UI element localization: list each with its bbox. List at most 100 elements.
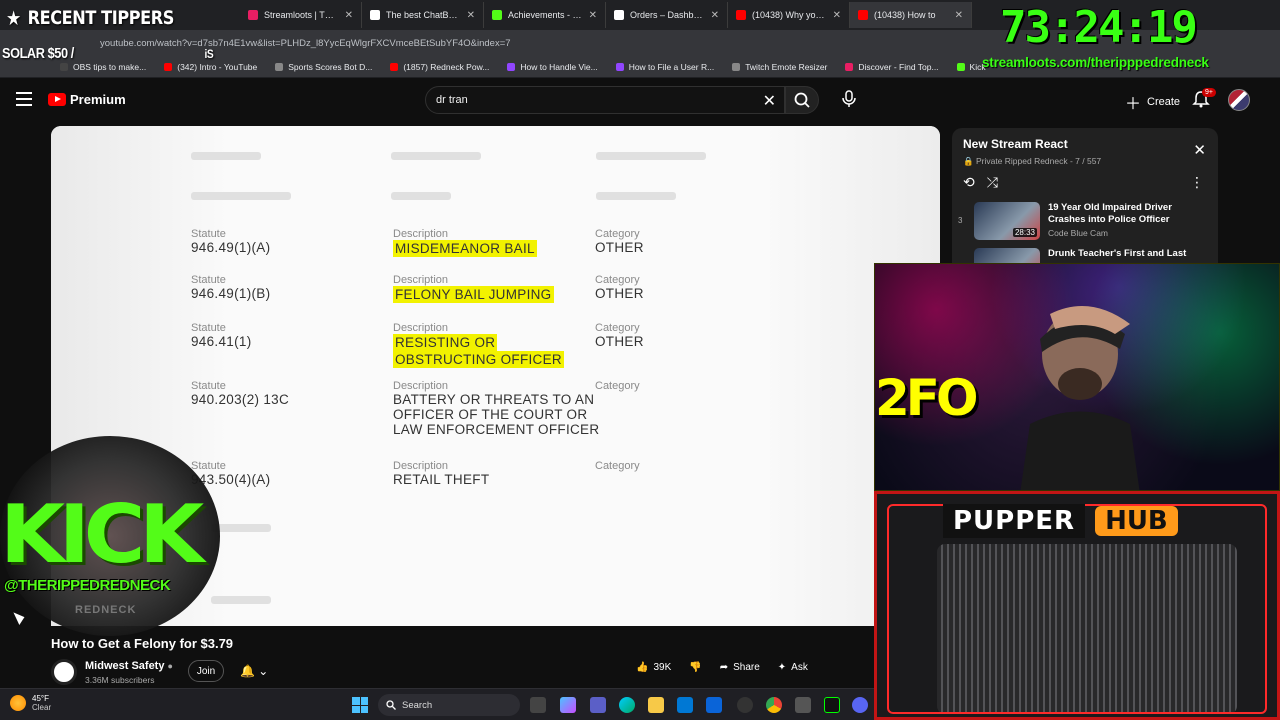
outlook-icon[interactable] (706, 697, 722, 713)
bookmark-item[interactable]: (1857) Redneck Pow... (390, 62, 489, 72)
teams-icon[interactable] (590, 697, 606, 713)
weather-condition: Clear (32, 703, 52, 712)
bookmark-item[interactable]: Discover - Find Top... (845, 61, 939, 72)
pupper-word: PUPPER (943, 504, 1086, 538)
task-view-icon[interactable] (530, 697, 546, 713)
weather-icon (10, 695, 26, 711)
browser-tab[interactable]: (10438) Why you ask ✕ (728, 2, 850, 28)
file-explorer-icon[interactable] (648, 697, 664, 713)
bookmark-label: Discover - Find Top... (858, 61, 939, 72)
recent-tippers-overlay: ★ RECENT TIPPERS (6, 4, 174, 32)
description-line: RETAIL THEFT (393, 472, 490, 487)
statute-cell: Statute 946.41(1) (191, 322, 252, 349)
search-icon (386, 700, 396, 710)
clear-search-icon[interactable]: ✕ (763, 91, 776, 111)
close-tab-icon[interactable]: ✕ (345, 10, 353, 21)
tab-favicon (370, 10, 380, 20)
category-cell: Category OTHER (595, 322, 644, 349)
tab-favicon (492, 10, 502, 20)
bookmark-favicon (615, 62, 624, 71)
obs-icon[interactable] (737, 697, 753, 713)
browser-tab[interactable]: The best ChatBot an ✕ (362, 2, 484, 28)
bookmark-item[interactable]: How to File a User R... (615, 62, 714, 72)
menu-icon[interactable] (16, 92, 32, 106)
create-button[interactable]: ＋ Create (1125, 90, 1180, 114)
join-button[interactable]: Join (188, 660, 224, 682)
streamer-silhouette (1020, 306, 1140, 490)
share-button[interactable]: ➦ Share (720, 662, 760, 673)
description-cell: Description RESISTING OR OBSTRUCTING OFFIC… (393, 322, 564, 368)
playlist-panel: New Stream React 🔒 Private Ripped Rednec… (952, 128, 1218, 268)
description-line: LAW ENFORCEMENT OFFICER (393, 422, 600, 437)
bookmark-item[interactable]: How to Handle Vie... (507, 61, 598, 72)
sparkle-icon: ✦ (777, 662, 787, 673)
dislike-button[interactable]: 👎 (689, 662, 701, 673)
chrome-icon[interactable] (766, 697, 782, 713)
taskbar-search[interactable]: Search (378, 694, 520, 716)
browser-tab[interactable]: (10438) How to ✕ (850, 2, 972, 28)
youtube-header: Premium dr tran ✕ ＋ Create 9+ (0, 80, 1280, 120)
bookmark-item[interactable]: (342) Intro - YouTube (164, 62, 257, 72)
close-tab-icon[interactable]: ✕ (467, 10, 475, 21)
windows-start-icon[interactable] (352, 697, 368, 713)
like-button[interactable]: 👍 39K (636, 662, 671, 673)
plus-icon: ＋ (1125, 96, 1142, 113)
hub-word: HUB (1095, 506, 1178, 536)
browser-tab[interactable]: Streamloots | Therip ✕ (240, 2, 362, 28)
tipper-ticker: SOLAR $50 / iS (2, 45, 214, 62)
account-avatar[interactable] (1228, 89, 1250, 111)
microphone-icon[interactable] (838, 88, 860, 110)
weather-widget[interactable]: 45°F Clear (10, 694, 51, 712)
shuffle-icon[interactable]: ⤮ (987, 174, 998, 191)
ask-button[interactable]: ✦ Ask (778, 662, 808, 673)
bookmark-label: Twitch Emote Resizer (745, 61, 828, 72)
verified-icon: ● (167, 661, 173, 671)
category-cell: Category OTHER (595, 274, 644, 301)
statute-value: 946.49(1)(A) (191, 240, 271, 255)
close-icon[interactable]: ✕ (1193, 141, 1206, 159)
search-input[interactable]: dr tran ✕ (425, 86, 785, 114)
bookmark-item[interactable]: Sports Scores Bot D... (275, 62, 372, 72)
close-tab-icon[interactable]: ✕ (711, 10, 719, 21)
kick-logo-text: KICK (0, 488, 204, 581)
close-tab-icon[interactable]: ✕ (589, 10, 597, 21)
bookmark-label: Sports Scores Bot D... (288, 61, 373, 72)
youtube-logo[interactable]: Premium (48, 92, 126, 107)
category-cell: Category OTHER (595, 228, 644, 255)
bookmark-favicon (164, 62, 173, 71)
close-tab-icon[interactable]: ✕ (833, 10, 841, 21)
field-label: Category (595, 322, 640, 334)
edge-icon[interactable] (619, 697, 635, 713)
statute-cell: Statute 940.203(2) 13C (191, 380, 289, 407)
playlist-thumbnail[interactable]: 28:33 (974, 202, 1040, 240)
copilot-icon[interactable] (560, 697, 576, 713)
playlist-item[interactable]: 3 28:33 19 Year Old Impaired Driver Crashe… (958, 202, 1208, 242)
video-duration: 28:33 (1012, 228, 1037, 237)
browser-tab[interactable]: Orders – Dashboard ✕ (606, 2, 728, 28)
app-icon[interactable] (795, 697, 811, 713)
channel-avatar[interactable] (51, 659, 77, 685)
browser-tab[interactable]: Achievements - Kick ✕ (484, 2, 606, 28)
more-options-icon[interactable]: ⋮ (1190, 174, 1204, 191)
discord-icon[interactable] (852, 697, 868, 713)
field-label: Statute (191, 322, 226, 334)
tab-title: (10438) How to (874, 10, 936, 20)
tab-title: (10438) Why you ask (752, 10, 827, 20)
tipper-ticker-text: SOLAR $50 / (2, 45, 74, 62)
loop-icon[interactable]: ⟲ (963, 174, 975, 191)
channel-name[interactable]: Midwest Safety ● (85, 660, 173, 672)
bookmark-label: How to Handle Vie... (520, 61, 598, 72)
weather-temp: 45°F (32, 694, 49, 703)
search-button[interactable] (785, 86, 819, 114)
store-icon[interactable] (677, 697, 693, 713)
tipper-ticker-suffix: iS (204, 47, 214, 61)
terminal-icon[interactable] (824, 697, 840, 713)
description-cell: Description FELONY BAIL JUMPING (393, 274, 554, 303)
streamloots-url: streamloots.com/theripppedredneck (982, 55, 1209, 70)
star-icon: ★ (6, 6, 21, 30)
mouse-cursor (13, 608, 27, 626)
bookmark-item[interactable]: Twitch Emote Resizer (732, 62, 827, 72)
bookmark-item[interactable]: OBS tips to make... (60, 62, 146, 72)
subscription-bell-icon[interactable]: 🔔 ⌄ (240, 664, 268, 678)
close-tab-icon[interactable]: ✕ (955, 10, 963, 21)
